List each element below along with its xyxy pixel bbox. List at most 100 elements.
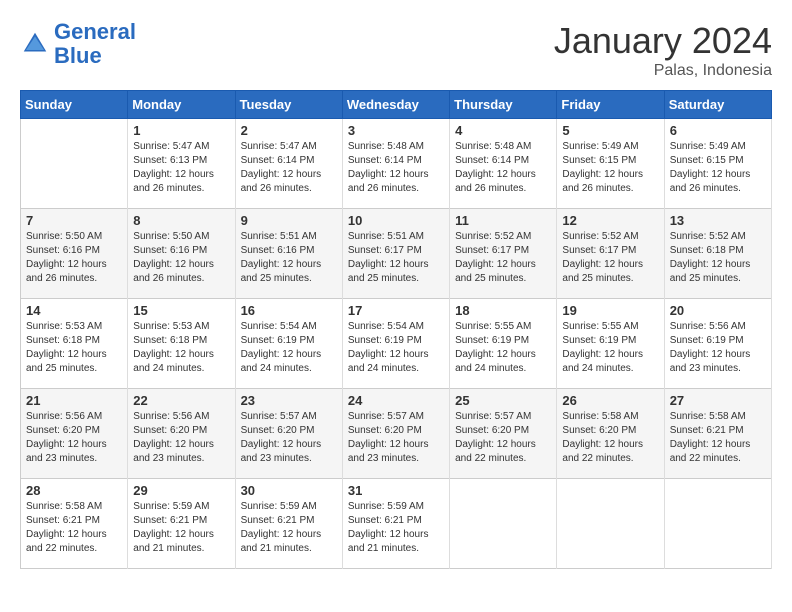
calendar-cell: 2 Sunrise: 5:47 AMSunset: 6:14 PMDaylight…	[235, 119, 342, 209]
day-number: 7	[26, 213, 122, 228]
day-number: 14	[26, 303, 122, 318]
day-number: 13	[670, 213, 766, 228]
calendar-cell: 7 Sunrise: 5:50 AMSunset: 6:16 PMDaylight…	[21, 209, 128, 299]
calendar-cell: 30 Sunrise: 5:59 AMSunset: 6:21 PMDayligh…	[235, 479, 342, 569]
day-info: Sunrise: 5:58 AMSunset: 6:21 PMDaylight:…	[26, 501, 107, 554]
day-info: Sunrise: 5:55 AMSunset: 6:19 PMDaylight:…	[562, 321, 643, 374]
calendar-cell: 19 Sunrise: 5:55 AMSunset: 6:19 PMDayligh…	[557, 299, 664, 389]
calendar-cell: 9 Sunrise: 5:51 AMSunset: 6:16 PMDaylight…	[235, 209, 342, 299]
day-info: Sunrise: 5:52 AMSunset: 6:17 PMDaylight:…	[455, 231, 536, 284]
calendar-cell: 8Sunrise: 5:50 AMSunset: 6:16 PMDaylight…	[128, 209, 235, 299]
day-number: 17	[348, 303, 444, 318]
day-info: Sunrise: 5:53 AMSunset: 6:18 PMDaylight:…	[26, 321, 107, 374]
day-info: Sunrise: 5:55 AMSunset: 6:19 PMDaylight:…	[455, 321, 536, 374]
title-block: January 2024 Palas, Indonesia	[554, 20, 772, 80]
page-header: General Blue January 2024 Palas, Indones…	[20, 20, 772, 80]
day-number: 22	[133, 393, 229, 408]
day-info: Sunrise: 5:58 AMSunset: 6:21 PMDaylight:…	[670, 411, 751, 464]
day-info: Sunrise: 5:50 AMSunset: 6:16 PMDaylight:…	[133, 231, 214, 284]
day-number: 25	[455, 393, 551, 408]
day-number: 1	[133, 123, 229, 138]
day-info: Sunrise: 5:57 AMSunset: 6:20 PMDaylight:…	[241, 411, 322, 464]
calendar-cell: 17 Sunrise: 5:54 AMSunset: 6:19 PMDayligh…	[342, 299, 449, 389]
day-number: 3	[348, 123, 444, 138]
weekday-header: Saturday	[664, 91, 771, 119]
calendar-cell: 27Sunrise: 5:58 AMSunset: 6:21 PMDayligh…	[664, 389, 771, 479]
calendar-week-row: 14 Sunrise: 5:53 AMSunset: 6:18 PMDayligh…	[21, 299, 772, 389]
day-info: Sunrise: 5:56 AMSunset: 6:20 PMDaylight:…	[133, 411, 214, 464]
calendar-week-row: 21Sunrise: 5:56 AMSunset: 6:20 PMDayligh…	[21, 389, 772, 479]
calendar-week-row: 7 Sunrise: 5:50 AMSunset: 6:16 PMDaylight…	[21, 209, 772, 299]
calendar-cell: 22 Sunrise: 5:56 AMSunset: 6:20 PMDayligh…	[128, 389, 235, 479]
calendar-cell: 26Sunrise: 5:58 AMSunset: 6:20 PMDayligh…	[557, 389, 664, 479]
day-info: Sunrise: 5:59 AMSunset: 6:21 PMDaylight:…	[348, 501, 429, 554]
day-info: Sunrise: 5:54 AMSunset: 6:19 PMDaylight:…	[348, 321, 429, 374]
day-number: 30	[241, 483, 337, 498]
day-number: 28	[26, 483, 122, 498]
day-info: Sunrise: 5:48 AMSunset: 6:14 PMDaylight:…	[348, 141, 429, 194]
day-info: Sunrise: 5:52 AMSunset: 6:17 PMDaylight:…	[562, 231, 643, 284]
day-info: Sunrise: 5:56 AMSunset: 6:19 PMDaylight:…	[670, 321, 751, 374]
weekday-header: Sunday	[21, 91, 128, 119]
day-number: 24	[348, 393, 444, 408]
weekday-header: Tuesday	[235, 91, 342, 119]
calendar-cell: 6Sunrise: 5:49 AMSunset: 6:15 PMDaylight…	[664, 119, 771, 209]
calendar-cell: 12 Sunrise: 5:52 AMSunset: 6:17 PMDayligh…	[557, 209, 664, 299]
day-info: Sunrise: 5:51 AMSunset: 6:17 PMDaylight:…	[348, 231, 429, 284]
calendar-table: SundayMondayTuesdayWednesdayThursdayFrid…	[20, 90, 772, 569]
day-number: 31	[348, 483, 444, 498]
calendar-cell: 15 Sunrise: 5:53 AMSunset: 6:18 PMDayligh…	[128, 299, 235, 389]
day-info: Sunrise: 5:49 AMSunset: 6:15 PMDaylight:…	[562, 141, 643, 194]
day-info: Sunrise: 5:51 AMSunset: 6:16 PMDaylight:…	[241, 231, 322, 284]
day-number: 20	[670, 303, 766, 318]
day-info: Sunrise: 5:57 AMSunset: 6:20 PMDaylight:…	[455, 411, 536, 464]
day-number: 29	[133, 483, 229, 498]
calendar-week-row: 1 Sunrise: 5:47 AMSunset: 6:13 PMDaylight…	[21, 119, 772, 209]
day-number: 18	[455, 303, 551, 318]
day-info: Sunrise: 5:53 AMSunset: 6:18 PMDaylight:…	[133, 321, 214, 374]
calendar-cell: 14 Sunrise: 5:53 AMSunset: 6:18 PMDayligh…	[21, 299, 128, 389]
day-info: Sunrise: 5:48 AMSunset: 6:14 PMDaylight:…	[455, 141, 536, 194]
calendar-cell: 29Sunrise: 5:59 AMSunset: 6:21 PMDayligh…	[128, 479, 235, 569]
day-number: 9	[241, 213, 337, 228]
calendar-cell: 18 Sunrise: 5:55 AMSunset: 6:19 PMDayligh…	[450, 299, 557, 389]
day-number: 19	[562, 303, 658, 318]
day-info: Sunrise: 5:59 AMSunset: 6:21 PMDaylight:…	[241, 501, 322, 554]
month-title: January 2024	[554, 20, 772, 62]
day-info: Sunrise: 5:47 AMSunset: 6:13 PMDaylight:…	[133, 141, 214, 194]
calendar-cell: 31 Sunrise: 5:59 AMSunset: 6:21 PMDayligh…	[342, 479, 449, 569]
calendar-week-row: 28 Sunrise: 5:58 AMSunset: 6:21 PMDayligh…	[21, 479, 772, 569]
day-number: 12	[562, 213, 658, 228]
day-number: 4	[455, 123, 551, 138]
weekday-header: Thursday	[450, 91, 557, 119]
weekday-header: Wednesday	[342, 91, 449, 119]
calendar-cell	[21, 119, 128, 209]
calendar-cell: 28 Sunrise: 5:58 AMSunset: 6:21 PMDayligh…	[21, 479, 128, 569]
day-info: Sunrise: 5:52 AMSunset: 6:18 PMDaylight:…	[670, 231, 751, 284]
calendar-cell: 16Sunrise: 5:54 AMSunset: 6:19 PMDayligh…	[235, 299, 342, 389]
calendar-cell: 3 Sunrise: 5:48 AMSunset: 6:14 PMDaylight…	[342, 119, 449, 209]
calendar-cell: 21Sunrise: 5:56 AMSunset: 6:20 PMDayligh…	[21, 389, 128, 479]
calendar-cell: 11 Sunrise: 5:52 AMSunset: 6:17 PMDayligh…	[450, 209, 557, 299]
calendar-cell: 20 Sunrise: 5:56 AMSunset: 6:19 PMDayligh…	[664, 299, 771, 389]
calendar-cell: 13 Sunrise: 5:52 AMSunset: 6:18 PMDayligh…	[664, 209, 771, 299]
calendar-cell: 10 Sunrise: 5:51 AMSunset: 6:17 PMDayligh…	[342, 209, 449, 299]
logo-icon	[20, 29, 50, 59]
calendar-cell: 4 Sunrise: 5:48 AMSunset: 6:14 PMDaylight…	[450, 119, 557, 209]
header-row: SundayMondayTuesdayWednesdayThursdayFrid…	[21, 91, 772, 119]
day-info: Sunrise: 5:49 AMSunset: 6:15 PMDaylight:…	[670, 141, 751, 194]
day-number: 5	[562, 123, 658, 138]
day-info: Sunrise: 5:47 AMSunset: 6:14 PMDaylight:…	[241, 141, 322, 194]
day-number: 11	[455, 213, 551, 228]
weekday-header: Friday	[557, 91, 664, 119]
calendar-cell	[664, 479, 771, 569]
calendar-cell	[557, 479, 664, 569]
day-info: Sunrise: 5:56 AMSunset: 6:20 PMDaylight:…	[26, 411, 107, 464]
day-info: Sunrise: 5:57 AMSunset: 6:20 PMDaylight:…	[348, 411, 429, 464]
calendar-cell: 24 Sunrise: 5:57 AMSunset: 6:20 PMDayligh…	[342, 389, 449, 479]
logo: General Blue	[20, 20, 136, 68]
day-number: 2	[241, 123, 337, 138]
day-info: Sunrise: 5:50 AMSunset: 6:16 PMDaylight:…	[26, 231, 107, 284]
day-number: 15	[133, 303, 229, 318]
day-number: 10	[348, 213, 444, 228]
